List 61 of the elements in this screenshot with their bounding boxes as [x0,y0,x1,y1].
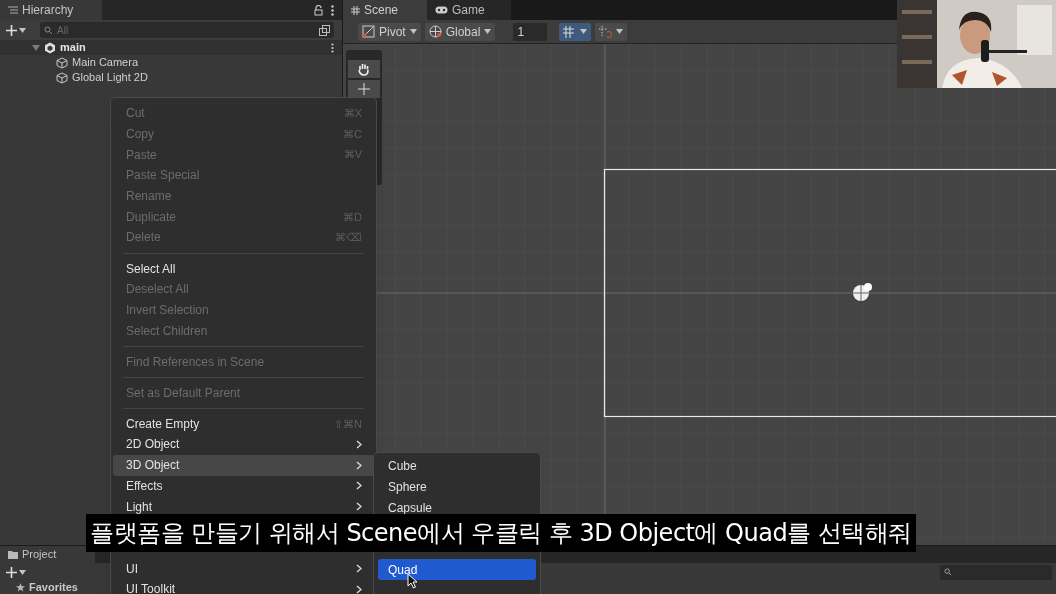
menu-item[interactable]: Select All [113,258,374,279]
caret-icon [19,27,26,33]
snap-icon [599,25,613,38]
cube-icon [56,56,68,69]
menu-item[interactable]: 2D Object [113,434,374,455]
caret-icon [580,29,588,34]
favorites-label[interactable]: Favorites [29,581,78,593]
chevron-right-icon [356,460,362,470]
search-icon [944,568,952,576]
plus-icon [6,24,17,36]
project-search-field[interactable] [940,564,1052,580]
menu-item[interactable]: Effects [113,475,374,497]
chevron-right-icon [356,481,362,491]
menu-item[interactable]: UI [113,558,374,579]
lock-icon[interactable] [314,4,323,16]
more-icon[interactable] [331,4,334,16]
pivot-dropdown[interactable]: Pivot [358,22,421,41]
globe-icon [428,25,442,38]
snap-settings-button[interactable] [595,22,628,41]
project-tab[interactable]: Project [0,546,95,563]
scene-search-icon[interactable] [319,24,330,36]
cube-icon [56,71,68,84]
menu-item[interactable]: UI Toolkit [113,578,374,594]
add-button[interactable] [4,24,28,36]
tree-item[interactable]: Main Camera [72,54,139,71]
pivot-icon [362,25,375,38]
move-icon [358,83,370,95]
menu-item[interactable]: 3D Object [113,454,374,476]
chevron-right-icon [356,502,362,512]
chevron-right-icon [356,439,362,449]
space-dropdown[interactable]: Global [424,22,496,41]
grid-snap-button[interactable] [559,22,592,41]
view-tab[interactable]: Game [427,0,511,20]
hand-tool-button[interactable] [348,60,380,78]
plus-icon [6,566,17,578]
caret-icon [19,569,26,575]
tree-item[interactable]: Global Light 2D [72,69,148,86]
expanded-arrow-icon[interactable] [32,44,40,51]
view-tab[interactable]: Scene [343,0,427,20]
hierarchy-tab[interactable]: Hierarchy [0,0,102,20]
menu-item[interactable]: Quad [378,559,536,581]
grid-snap-icon [563,25,577,38]
folder-icon [8,550,18,559]
menu-item[interactable]: Sphere [378,476,536,498]
gamepad-icon [435,6,448,14]
caret-icon [484,29,492,34]
list-icon [8,6,18,14]
menu-item[interactable]: Cube [378,456,536,477]
more-icon[interactable] [331,42,334,53]
add-button[interactable] [4,566,28,578]
caret-icon [616,29,624,34]
subtitle-caption: 플랫폼을 만들기 위해서 Scene에서 우클릭 후 3D Object에 Quad를 선택해줘 [86,514,916,552]
search-icon [44,25,53,35]
star-icon [16,582,25,592]
grid-size-field[interactable]: 1 [513,22,548,41]
grid-icon [351,5,360,15]
caret-icon [409,29,417,34]
menu-item[interactable]: Light [113,496,374,517]
tree-item[interactable]: main [60,39,86,56]
hand-icon [358,62,370,76]
light-gizmo-icon[interactable] [852,283,872,302]
